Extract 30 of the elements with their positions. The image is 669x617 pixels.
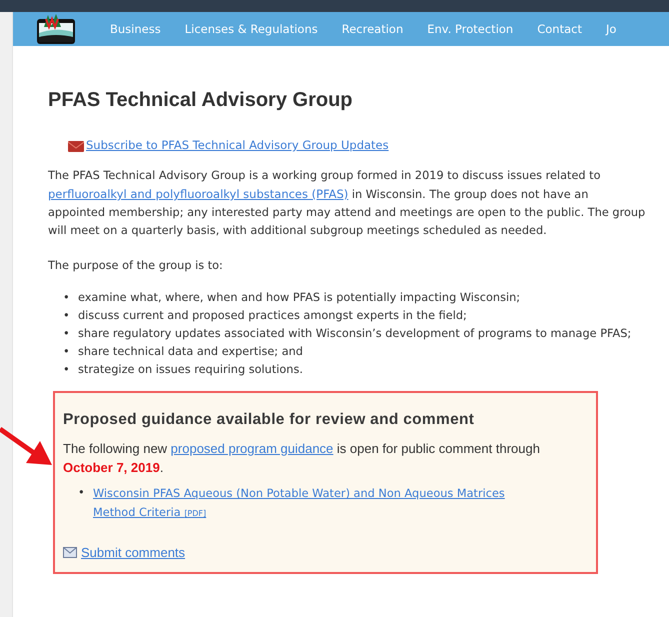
purpose-item: share regulatory updates associated with Wisconsin’s development of programs to manage PFAS; bbox=[78, 326, 632, 342]
intro-paragraph: The PFAS Technical Advisory Group is a working group formed in 2019 to discuss issues related to perfluoroalkyl and polyfluoroalkyl substances (PFAS) in Wisconsin. The group does not have an appointed membership; any interested party may attend and meetings are open to the public. The group will meet on a quarterly basis, with additional subgroup meetings scheduled as needed. bbox=[48, 168, 646, 239]
bullet: • bbox=[78, 485, 86, 501]
subscribe-link[interactable]: Subscribe to PFAS Technical Advisory Group Updates bbox=[86, 138, 389, 152]
guidance-link[interactable]: proposed program guidance bbox=[170, 441, 334, 456]
submit-comments-link[interactable]: Submit comments bbox=[81, 545, 186, 560]
purpose-item: strategize on issues requiring solutions. bbox=[78, 362, 303, 378]
bullet: • bbox=[63, 362, 71, 378]
bullet: • bbox=[63, 344, 71, 360]
nav-link[interactable]: Business bbox=[110, 22, 161, 36]
bullet: • bbox=[63, 308, 71, 324]
logo-icon[interactable] bbox=[36, 13, 76, 45]
pfas-link[interactable]: perfluoroalkyl and polyfluoroalkyl substances (PFAS) bbox=[48, 187, 348, 201]
bullet: • bbox=[63, 326, 71, 342]
nav-link[interactable]: Env. Protection bbox=[427, 22, 514, 36]
document-link[interactable]: Wisconsin PFAS Aqueous (Non Potable Water) and Non Aqueous Matrices Method Criteria [PDF] bbox=[93, 484, 533, 523]
nav-link[interactable]: Recreation bbox=[342, 22, 404, 36]
nav-link[interactable]: Jo bbox=[606, 22, 616, 36]
page-title: PFAS Technical Advisory Group bbox=[48, 89, 354, 112]
notice-heading: Proposed guidance available for review and comment bbox=[63, 411, 476, 429]
purpose-item: examine what, where, when and how PFAS is potentially impacting Wisconsin; bbox=[78, 290, 520, 306]
nav-link[interactable]: Contact bbox=[537, 22, 582, 36]
nav-link[interactable]: Licenses & Regulations bbox=[184, 22, 318, 36]
purpose-item: discuss current and proposed practices amongst experts in the field; bbox=[78, 308, 467, 324]
purpose-text: The purpose of the group is to: bbox=[48, 258, 224, 274]
notice-text: The following new proposed program guidance is open for public comment through October 7, 2019. bbox=[63, 440, 541, 477]
purpose-item: share technical data and expertise; and bbox=[78, 344, 303, 360]
envelope-icon bbox=[68, 141, 84, 152]
envelope-icon bbox=[63, 547, 77, 558]
bullet: • bbox=[63, 290, 71, 306]
